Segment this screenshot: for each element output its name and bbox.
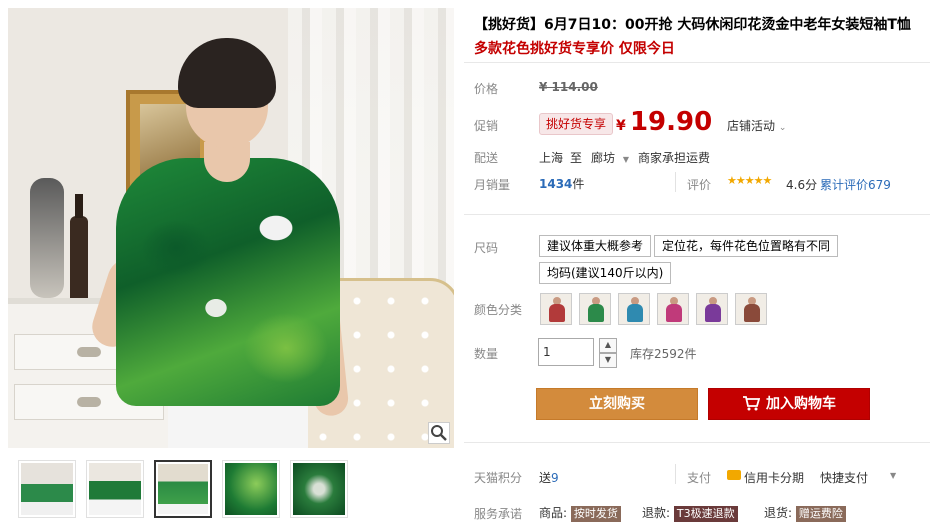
main-product-photo[interactable] xyxy=(8,8,454,448)
service-goods-label: 商品: xyxy=(539,506,568,520)
color-swatch-5[interactable] xyxy=(696,293,728,325)
points-label: 天猫积分 xyxy=(474,471,523,485)
original-price: ¥ 114.00 xyxy=(539,80,598,94)
promo-label: 促销 xyxy=(474,119,499,133)
shipping-label: 配送 xyxy=(474,151,499,165)
triangle-down-icon[interactable]: ▼ xyxy=(890,471,896,480)
service-refund-label: 退款: xyxy=(642,506,671,520)
promo-price: ¥ 19.90 xyxy=(616,107,712,137)
size-option-one-size[interactable]: 均码(建议140斤以内) xyxy=(539,262,672,284)
swatch-model-shirt xyxy=(588,304,604,322)
swatch-model-shirt xyxy=(666,304,682,322)
monthly-sales: 1434件 xyxy=(539,175,584,192)
ship-destination: 廊坊 xyxy=(591,151,616,165)
separator xyxy=(675,172,676,192)
monthly-sales-value: 1434 xyxy=(539,177,573,191)
model-shirt xyxy=(116,158,340,406)
store-activity-dropdown[interactable]: 店铺活动 ⌄ xyxy=(727,117,786,134)
points: 送9 xyxy=(539,469,559,486)
points-value: 9 xyxy=(551,471,559,485)
color-label: 颜色分类 xyxy=(474,303,523,317)
divider xyxy=(464,442,930,443)
buy-now-button[interactable]: 立刻购买 xyxy=(536,388,698,420)
rating-score: 4.6分 xyxy=(786,178,818,192)
color-swatch-1[interactable] xyxy=(540,293,572,325)
service-refund: 退款: T3极速退款 xyxy=(642,504,738,522)
service-return: 退货: 赠运费险 xyxy=(764,504,846,522)
thumbnail-3-selected[interactable] xyxy=(154,460,212,518)
ship-from: 上海 xyxy=(539,151,564,165)
quantity-decrease-button[interactable]: ▼ xyxy=(599,353,617,368)
quantity-label: 数量 xyxy=(474,347,499,361)
shipping-fee: 商家承担运费 xyxy=(638,151,711,165)
service-label: 服务承诺 xyxy=(474,507,523,521)
currency-symbol: ¥ xyxy=(616,118,626,134)
promo-price-value: 19.90 xyxy=(629,107,713,137)
size-label: 尺码 xyxy=(474,241,499,255)
size-option-print-note[interactable]: 定位花，每件花色位置略有不同 xyxy=(654,235,839,257)
separator xyxy=(675,464,676,484)
color-swatch-3[interactable] xyxy=(618,293,650,325)
swatch-model-shirt xyxy=(705,304,721,322)
ship-destination-dropdown[interactable]: 廊坊 ▼ xyxy=(591,149,629,166)
credit-card-icon xyxy=(727,470,741,480)
ship-to-word: 至 xyxy=(570,151,583,165)
add-to-cart-label: 加入购物车 xyxy=(766,396,836,412)
divider xyxy=(464,214,930,215)
stock-count: 库存2592件 xyxy=(630,347,697,361)
model-pants xyxy=(168,404,308,448)
color-swatch-2[interactable] xyxy=(579,293,611,325)
color-swatch-6[interactable] xyxy=(735,293,767,325)
chevron-up-icon: ▲ xyxy=(604,340,612,349)
pay-label: 支付 xyxy=(687,471,712,485)
quantity-increase-button[interactable]: ▲ xyxy=(599,338,617,353)
monthly-sales-label: 月销量 xyxy=(474,178,511,192)
photo-statue xyxy=(30,178,64,298)
store-activity-label: 店铺活动 xyxy=(727,119,776,133)
color-swatch-4[interactable] xyxy=(657,293,689,325)
thumbnail-2[interactable] xyxy=(86,460,144,518)
quick-pay[interactable]: 快捷支付 xyxy=(820,469,868,486)
photo-wine-bottle xyxy=(70,194,88,302)
review-count-link[interactable]: 累计评价679 xyxy=(820,176,891,193)
points-text: 送 xyxy=(539,471,552,485)
rating-stars-icon: ★★★★★ xyxy=(727,174,772,187)
divider xyxy=(464,62,930,63)
service-return-badge: 赠运费险 xyxy=(795,506,846,522)
swatch-model-shirt xyxy=(744,304,760,322)
thumbnail-strip xyxy=(8,458,454,524)
thumbnail-1[interactable] xyxy=(18,460,76,518)
product-subtitle: 多款花色挑好货专享价 仅限今日 xyxy=(474,41,675,57)
cart-icon xyxy=(743,396,761,411)
service-goods: 商品: 按时发货 xyxy=(539,504,621,522)
quantity-input[interactable] xyxy=(538,338,594,366)
service-goods-badge: 按时发货 xyxy=(570,506,621,522)
triangle-down-icon: ▼ xyxy=(622,155,629,164)
service-return-label: 退货: xyxy=(764,506,793,520)
monthly-sales-unit: 件 xyxy=(572,177,585,191)
zoom-button[interactable] xyxy=(428,422,450,444)
credit-installment[interactable]: 信用卡分期 xyxy=(744,469,804,486)
magnifier-icon xyxy=(431,425,447,441)
rating-label: 评价 xyxy=(687,178,712,192)
service-refund-badge: T3极速退款 xyxy=(673,506,738,522)
thumbnail-5[interactable] xyxy=(290,460,348,518)
chevron-down-icon: ▼ xyxy=(604,355,612,364)
swatch-model-shirt xyxy=(627,304,643,322)
chevron-down-icon: ⌄ xyxy=(778,123,787,133)
thumbnail-4[interactable] xyxy=(222,460,280,518)
add-to-cart-button[interactable]: 加入购物车 xyxy=(708,388,870,420)
size-option-weight-guide[interactable]: 建议体重大概参考 xyxy=(539,235,652,257)
product-title: 【挑好货】6月7日10：00开抢 大码休闲印花烫金中老年女装短袖T恤 xyxy=(474,17,911,33)
price-label: 价格 xyxy=(474,82,499,96)
swatch-model-shirt xyxy=(549,304,565,322)
promo-tag: 挑好货专享 xyxy=(539,113,614,135)
